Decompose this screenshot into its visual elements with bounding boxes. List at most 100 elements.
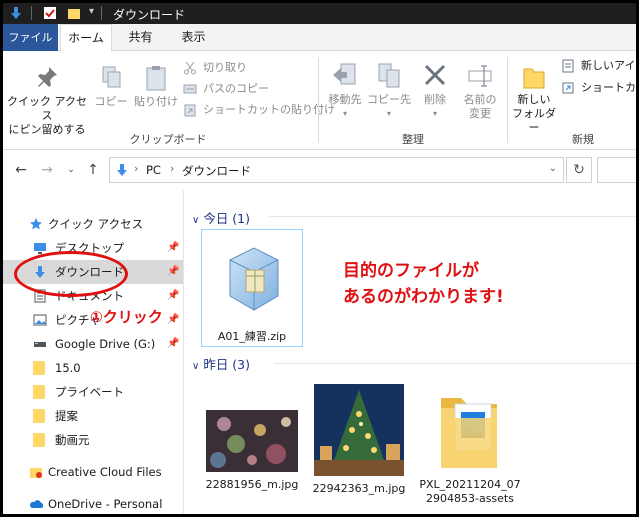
scissors-icon: [184, 61, 196, 75]
nav-label: 動画元: [55, 433, 90, 447]
pictures-icon: [33, 314, 47, 326]
folder-icon: [33, 385, 45, 399]
annotation-circle: [14, 251, 128, 297]
nav-label: Google Drive (G:): [55, 337, 156, 351]
up-arrow-icon[interactable]: ↑: [83, 160, 103, 180]
folder-with-image-icon: [441, 398, 497, 468]
delete-label: 削除: [424, 93, 446, 106]
paste-icon: [146, 66, 166, 91]
nav-item-private[interactable]: プライベート: [3, 380, 183, 404]
new-folder-label: 新しい フォルダー: [512, 93, 556, 134]
file-name: 22881956_m.jpg: [205, 478, 299, 491]
nav-label: OneDrive - Personal: [48, 497, 163, 511]
cut-button[interactable]: 切り取り: [183, 59, 247, 77]
file-list: ∨ 今日 (1) A01_練習.zip ∨ 昨日 (3) 22881956_m.…: [184, 190, 636, 514]
navigation-row: ← → ⌄ ↑ › PC › ダウンロード ⌄ ↻: [3, 150, 636, 190]
file-item-jpg-2[interactable]: 22942363_m.jpg: [309, 380, 409, 504]
paste-button[interactable]: 貼り付け: [133, 65, 179, 109]
copy-path-icon: [183, 84, 197, 94]
title-separator-2: [101, 6, 102, 20]
copy-to-icon: [378, 63, 400, 88]
tab-view[interactable]: 表示: [171, 24, 216, 51]
breadcrumb-pc[interactable]: PC: [146, 163, 161, 177]
copy-to-label: コピー先: [367, 93, 411, 106]
image-thumbnail-bokeh: [206, 410, 298, 472]
address-bar[interactable]: › PC › ダウンロード ⌄: [109, 157, 564, 183]
nav-label: クイック アクセス: [48, 217, 144, 231]
easy-access-label: ショートカッ: [581, 81, 636, 94]
pin-icon: 📌: [167, 338, 180, 349]
pin-icon: [38, 67, 57, 87]
breadcrumb-downloads[interactable]: ダウンロード: [182, 163, 251, 179]
nav-item-video-source[interactable]: 動画元: [3, 428, 183, 452]
clipboard-group-label: クリップボード: [129, 133, 207, 146]
file-name: PXL_20211204_07 2904853-assets: [419, 478, 521, 505]
back-arrow-icon[interactable]: ←: [11, 160, 31, 180]
file-item-jpg-1[interactable]: 22881956_m.jpg: [202, 380, 302, 504]
nav-item-google-drive[interactable]: Google Drive (G:) 📌: [3, 332, 183, 356]
nav-item-proposal[interactable]: 提案: [3, 404, 183, 428]
move-to-label: 移動先: [328, 93, 362, 106]
organize-group-label: 整理: [402, 133, 424, 146]
copy-button[interactable]: コピー: [93, 65, 129, 109]
move-to-button[interactable]: 移動先 ▾: [323, 61, 367, 121]
breadcrumb-chevron-icon[interactable]: ›: [134, 162, 138, 175]
breadcrumb-chevron-icon[interactable]: ›: [170, 162, 174, 175]
ribbon-separator-2: [507, 57, 508, 143]
copy-path-button[interactable]: パスのコピー: [183, 80, 269, 98]
recent-locations-chevron-icon[interactable]: ⌄: [61, 160, 81, 180]
annotation-step: ①クリック: [90, 308, 163, 326]
nav-item-quick-access[interactable]: クイック アクセス: [3, 212, 183, 236]
new-item-button[interactable]: 新しいアイテ: [561, 57, 636, 75]
group-line: [269, 216, 636, 217]
paste-shortcut-button[interactable]: ショートカットの貼り付け: [183, 101, 335, 119]
ribbon-tabs: ファイル ホーム 共有 表示: [3, 24, 636, 52]
properties-check-icon[interactable]: [43, 6, 57, 20]
star-icon: [30, 218, 42, 230]
cut-label: 切り取り: [203, 61, 247, 74]
search-box[interactable]: [597, 157, 636, 183]
file-name: 22942363_m.jpg: [312, 482, 406, 495]
new-item-icon: [562, 59, 574, 73]
window-title: ダウンロード: [113, 8, 186, 22]
pin-quick-access-button[interactable]: クイック アクセス にピン留めする: [7, 65, 87, 137]
collapse-chevron-icon[interactable]: ∨: [192, 361, 199, 372]
tab-home[interactable]: ホーム: [60, 24, 112, 52]
delete-x-icon: [424, 64, 446, 86]
delete-button[interactable]: 削除 ▾: [415, 61, 455, 121]
file-item-zip[interactable]: A01_練習.zip: [201, 229, 303, 347]
group-line: [274, 363, 636, 364]
creative-cloud-icon: [30, 468, 42, 478]
file-item-assets-folder[interactable]: PXL_20211204_07 2904853-assets: [416, 380, 524, 505]
copy-to-button[interactable]: コピー先 ▾: [367, 61, 411, 121]
new-folder-button[interactable]: 新しい フォルダー: [509, 61, 559, 135]
title-separator: [31, 6, 32, 20]
nav-label: プライベート: [55, 385, 124, 399]
nav-item-creative-cloud[interactable]: Creative Cloud Files: [3, 460, 183, 484]
rename-button[interactable]: 名前の 変更: [457, 61, 503, 121]
new-folder-qa-icon[interactable]: [67, 6, 81, 20]
nav-label: Creative Cloud Files: [48, 465, 162, 479]
collapse-chevron-icon[interactable]: ∨: [192, 215, 199, 226]
rename-label: 名前の 変更: [463, 93, 497, 120]
pin-icon: 📌: [167, 266, 180, 277]
folder-icon: [33, 361, 45, 375]
nav-item-folder-15[interactable]: 15.0: [3, 356, 183, 380]
nav-item-onedrive[interactable]: OneDrive - Personal: [3, 492, 183, 514]
forward-arrow-icon[interactable]: →: [37, 160, 57, 180]
customize-qa-chevron-icon[interactable]: ▾: [89, 6, 94, 17]
tab-file[interactable]: ファイル: [3, 24, 58, 51]
new-folder-icon: [523, 68, 545, 89]
group-header-today[interactable]: ∨ 今日 (1): [192, 208, 250, 227]
easy-access-button[interactable]: ショートカッ: [561, 79, 636, 97]
zip-archive-icon: [229, 247, 279, 311]
image-thumbnail-tree: [314, 384, 404, 476]
new-item-label: 新しいアイテ: [581, 59, 636, 72]
onedrive-icon: [30, 500, 43, 508]
ribbon: クイック アクセス にピン留めする コピー 貼り付け 切り取り パスのコピー シ…: [3, 51, 636, 150]
group-header-yesterday[interactable]: ∨ 昨日 (3): [192, 354, 250, 373]
address-dropdown-chevron-icon[interactable]: ⌄: [549, 163, 557, 174]
paste-shortcut-label: ショートカットの貼り付け: [203, 103, 335, 116]
refresh-icon[interactable]: ↻: [566, 157, 592, 183]
tab-share[interactable]: 共有: [118, 24, 163, 51]
